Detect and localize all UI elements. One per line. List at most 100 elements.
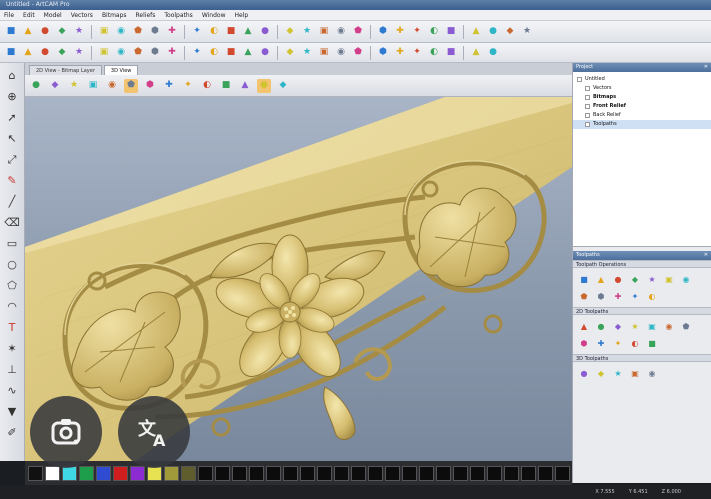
toolpath-strategy-icon[interactable]: ◐ — [628, 336, 642, 350]
polygon-tool-icon[interactable]: ⬠ — [4, 277, 21, 293]
close-icon[interactable]: ✕ — [704, 251, 708, 260]
globe-icon[interactable]: ● — [258, 25, 272, 39]
toolpath-strategy-icon[interactable]: ⬢ — [594, 289, 608, 303]
ungroup-icon[interactable]: ▲ — [241, 46, 255, 60]
text-tool-icon[interactable]: ▲ — [469, 25, 483, 39]
color-swatch[interactable] — [555, 465, 570, 481]
magnet-icon[interactable]: ★ — [300, 25, 314, 39]
toolpath-strategy-icon[interactable]: ● — [611, 272, 625, 286]
section-3d-toolpaths[interactable]: 3D Toolpaths — [573, 354, 711, 362]
cut-icon[interactable]: ◆ — [55, 25, 69, 39]
smooth-view-icon[interactable]: ◐ — [200, 79, 214, 93]
rotate-icon[interactable]: ◐ — [427, 25, 441, 39]
relief-edit-icon[interactable]: ◆ — [283, 25, 297, 39]
3d-view-icon[interactable]: ✦ — [190, 25, 204, 39]
menu-bitmaps[interactable]: Bitmaps — [102, 12, 127, 19]
globe-tool-icon[interactable]: ⊕ — [4, 88, 21, 104]
move-icon[interactable]: ✚ — [393, 25, 407, 39]
polygon-icon[interactable]: ◆ — [55, 46, 69, 60]
print-icon[interactable]: ⬢ — [148, 25, 162, 39]
expand-icon[interactable] — [585, 86, 590, 91]
tree-item-front-relief[interactable]: Front Relief — [573, 102, 711, 111]
toolpath-strategy-icon[interactable]: ● — [594, 319, 608, 333]
pen-tool-icon[interactable]: ✎ — [4, 172, 21, 188]
vector-doctor-icon[interactable]: ✚ — [393, 46, 407, 60]
3d-canvas[interactable] — [25, 97, 572, 461]
expand-icon[interactable] — [585, 95, 590, 100]
color-swatch[interactable] — [538, 465, 553, 481]
toolpath-strategy-icon[interactable]: ★ — [628, 319, 642, 333]
open-file-icon[interactable]: ▲ — [21, 25, 35, 39]
toolpath-strategy-icon[interactable]: ◉ — [645, 366, 659, 380]
google-lens-button[interactable] — [30, 396, 102, 468]
toolpath-strategy-icon[interactable]: ▣ — [645, 319, 659, 333]
section-toolpath-operations[interactable]: Toolpath Operations — [573, 260, 711, 268]
paste-icon[interactable]: ▣ — [97, 25, 111, 39]
join-icon[interactable]: ■ — [444, 46, 458, 60]
node-tool-icon[interactable]: ↖ — [4, 130, 21, 146]
expand-icon[interactable] — [585, 122, 590, 127]
color-swatch[interactable] — [419, 465, 434, 481]
color-swatch[interactable] — [283, 465, 298, 481]
toolpath-strategy-icon[interactable]: ▲ — [594, 272, 608, 286]
menu-file[interactable]: File — [4, 12, 14, 19]
chisel-tool-icon[interactable]: ⊥ — [4, 361, 21, 377]
toolpath-strategy-icon[interactable]: ▲ — [577, 319, 591, 333]
toolpath-strategy-icon[interactable]: ◉ — [662, 319, 676, 333]
brush-tool-icon[interactable]: ╱ — [4, 193, 21, 209]
measure-icon[interactable]: ◉ — [334, 25, 348, 39]
bezier-icon[interactable]: ⬟ — [131, 46, 145, 60]
color-swatch[interactable] — [96, 465, 111, 481]
close-icon[interactable]: ▲ — [469, 46, 483, 60]
bitmap-colors-icon[interactable]: ◐ — [207, 25, 221, 39]
expand-icon[interactable] — [585, 104, 590, 109]
toolpath-strategy-icon[interactable]: ⬟ — [679, 319, 693, 333]
nest-icon[interactable]: ⬟ — [351, 46, 365, 60]
invert-icon[interactable]: ■ — [219, 79, 233, 93]
color-swatch[interactable] — [487, 465, 502, 481]
mirror-icon[interactable]: ■ — [444, 25, 458, 39]
color-swatch[interactable] — [164, 465, 179, 481]
close-icon[interactable]: ✕ — [704, 63, 708, 72]
align-icon[interactable]: ● — [258, 46, 272, 60]
toolpath-strategy-icon[interactable]: ■ — [645, 336, 659, 350]
spline-icon[interactable]: ⬢ — [148, 46, 162, 60]
shield-icon[interactable]: ◆ — [503, 25, 517, 39]
rotate-view-icon[interactable]: ▣ — [86, 79, 100, 93]
toolpath-strategy-icon[interactable]: ◆ — [611, 319, 625, 333]
color-swatch[interactable] — [300, 465, 315, 481]
tab-3d-view[interactable]: 3D View — [103, 65, 139, 75]
circle-tool-icon[interactable]: ○ — [4, 256, 21, 272]
color-swatch[interactable] — [453, 465, 468, 481]
rect-tool-icon[interactable]: ▭ — [4, 235, 21, 251]
tab-2d-view[interactable]: 2D View - Bitmap Layer — [29, 65, 102, 75]
color-swatch[interactable] — [45, 465, 60, 481]
color-swatch[interactable] — [28, 465, 43, 481]
light-icon[interactable]: ★ — [67, 79, 81, 93]
dropper-tool-icon[interactable]: ✐ — [4, 424, 21, 440]
transform-icon[interactable]: ⬢ — [376, 46, 390, 60]
flip-icon[interactable]: ⬟ — [124, 78, 138, 93]
node-edit-icon[interactable]: ▲ — [21, 46, 35, 60]
color-swatch[interactable] — [504, 465, 519, 481]
color-swatch[interactable] — [402, 465, 417, 481]
grid-icon[interactable]: ✦ — [181, 79, 195, 93]
break-icon[interactable]: ◐ — [427, 46, 441, 60]
color-swatch[interactable] — [317, 465, 332, 481]
toolpath-strategy-icon[interactable]: ✚ — [594, 336, 608, 350]
text-tool-icon[interactable]: T — [4, 319, 21, 335]
color-swatch[interactable] — [113, 465, 128, 481]
home-tool-icon[interactable]: ⌂ — [4, 67, 21, 83]
solid-icon[interactable]: ✚ — [162, 79, 176, 93]
circle-icon[interactable]: ★ — [72, 46, 86, 60]
color-swatch[interactable] — [130, 465, 145, 481]
extend-icon[interactable]: ● — [486, 46, 500, 60]
menu-vectors[interactable]: Vectors — [71, 12, 93, 19]
section-2d-toolpaths[interactable]: 2D Toolpaths — [573, 307, 711, 315]
toolpath-strategy-icon[interactable]: ◐ — [645, 289, 659, 303]
gradient-tool-icon[interactable]: ▼ — [4, 403, 21, 419]
shaded-icon[interactable]: ◉ — [105, 79, 119, 93]
menu-reliefs[interactable]: Reliefs — [136, 12, 156, 19]
color-swatch[interactable] — [79, 465, 94, 481]
toolpath-strategy-icon[interactable]: ■ — [577, 272, 591, 286]
